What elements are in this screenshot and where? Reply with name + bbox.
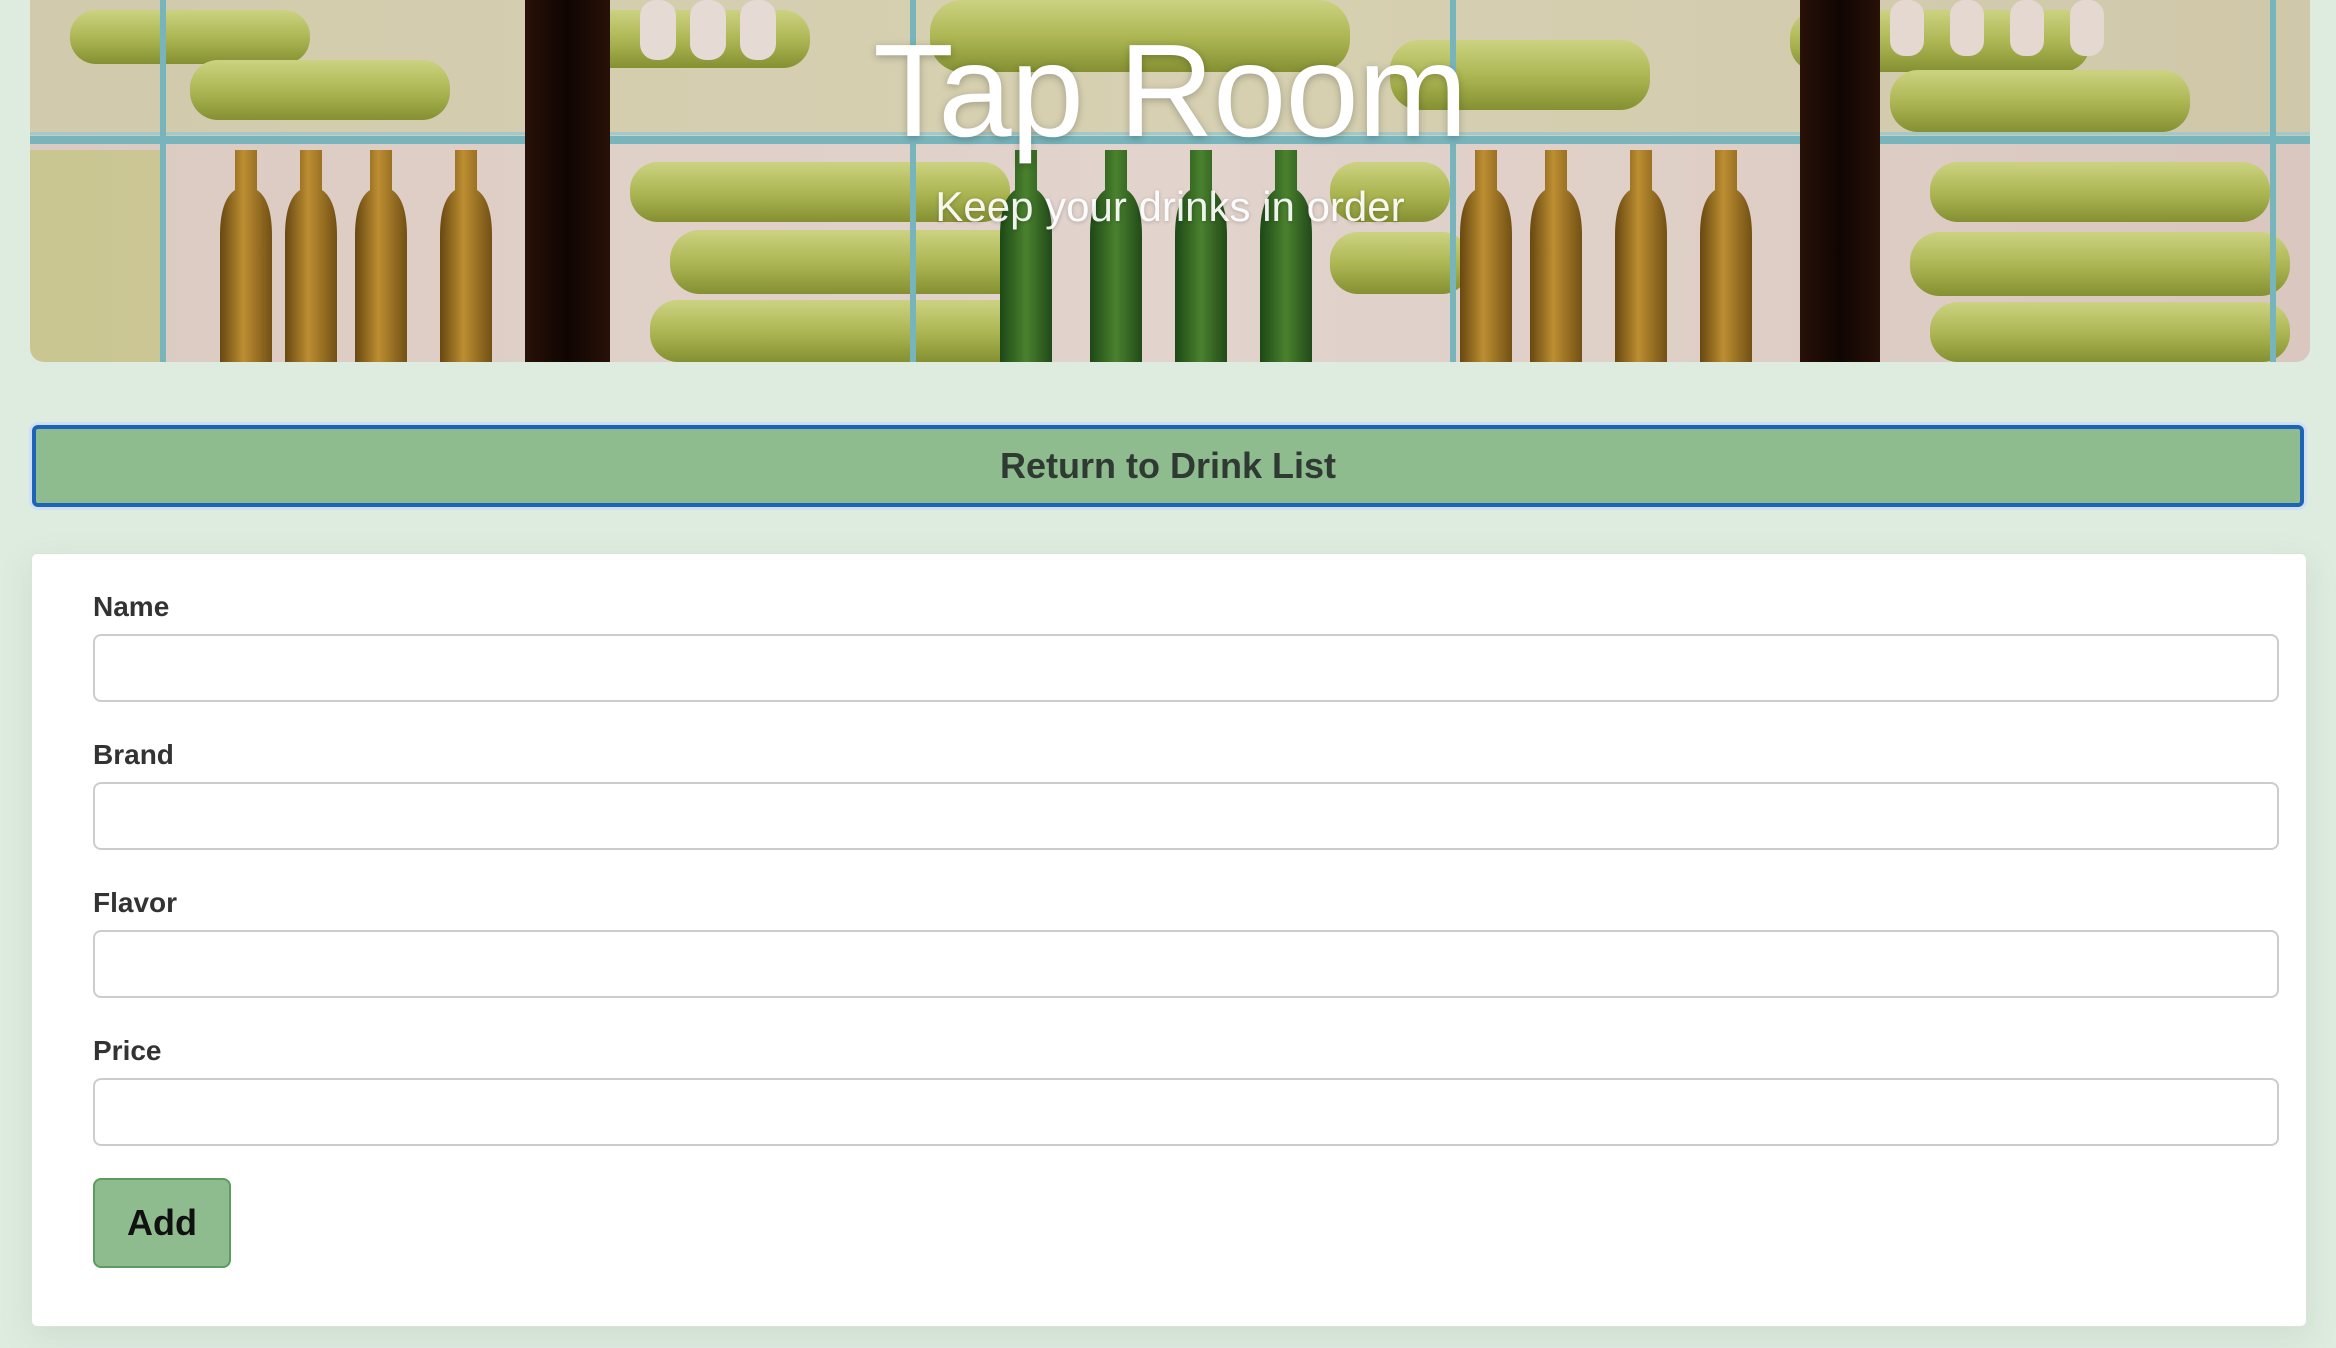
hero-banner: Tap Room Keep your drinks in order	[30, 0, 2310, 362]
price-label: Price	[93, 1035, 162, 1066]
brand-input[interactable]	[93, 782, 2279, 850]
add-button[interactable]: Add	[93, 1178, 231, 1268]
flavor-input[interactable]	[93, 930, 2279, 998]
name-label: Name	[93, 591, 170, 622]
return-to-drink-list-button[interactable]: Return to Drink List	[32, 425, 2304, 507]
brand-label: Brand	[93, 739, 174, 770]
new-drink-form: Name Brand Flavor Price Add	[31, 553, 2307, 1327]
name-input[interactable]	[93, 634, 2279, 702]
flavor-label: Flavor	[93, 887, 178, 918]
hero-content: Tap Room Keep your drinks in order	[30, 0, 2310, 362]
page-subtitle: Keep your drinks in order	[935, 183, 1405, 230]
page-title: Tap Room	[873, 17, 1468, 164]
price-input[interactable]	[93, 1078, 2279, 1146]
